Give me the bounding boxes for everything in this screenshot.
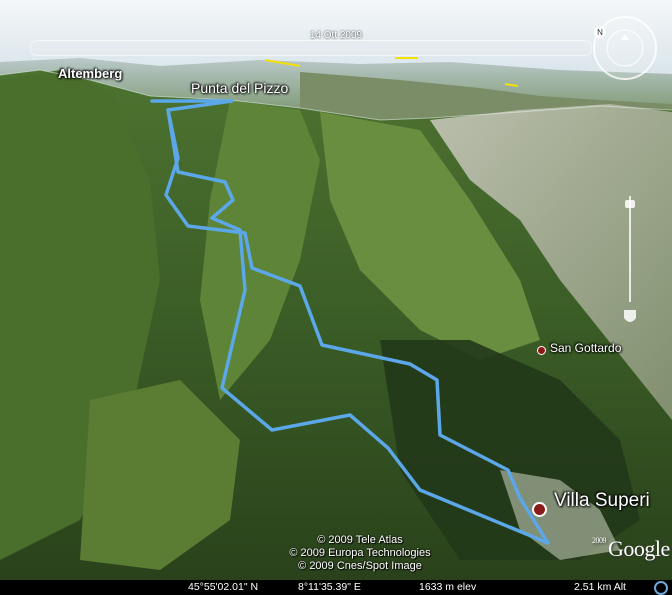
zoom-slider[interactable] (622, 186, 638, 330)
navigation-control[interactable]: N (591, 14, 659, 82)
copyright-line: © 2009 Tele Atlas (317, 534, 403, 546)
place-marker-villa-superiore[interactable] (532, 502, 547, 517)
streaming-indicator-icon (654, 581, 668, 595)
timeline-slider[interactable] (30, 40, 592, 56)
google-logo: 2009Google (592, 536, 670, 562)
timeline-date: 14 Ott 2009 (309, 30, 363, 41)
altitude-readout: 2.51 km Alt (574, 581, 626, 593)
compass-north-icon[interactable]: N (594, 26, 606, 38)
copyright-notice: © 2009 Tele Atlas © 2009 Europa Technolo… (200, 534, 520, 573)
copyright-line: © 2009 Cnes/Spot Image (298, 560, 422, 572)
place-label-punta-del-pizzo[interactable]: Punta del Pizzo (191, 80, 288, 96)
status-bar: 45°55'02.01" N 8°11'35.39" E 1633 m elev… (0, 580, 672, 595)
place-marker-san-gottardo[interactable] (537, 346, 546, 355)
map-viewport[interactable]: 14 Ott 2009 Altemberg Punta del Pizzo Sa… (0, 0, 672, 580)
place-label-altemberg[interactable]: Altemberg (58, 66, 122, 81)
copyright-line: © 2009 Europa Technologies (289, 547, 431, 559)
logo-text: Google (608, 536, 670, 561)
elevation-readout: 1633 m elev (419, 581, 477, 593)
latitude-readout: 45°55'02.01" N (188, 581, 259, 593)
longitude-readout: 8°11'35.39" E (298, 581, 361, 593)
zoom-out-icon[interactable] (624, 310, 636, 322)
place-label-san-gottardo[interactable]: San Gottardo (550, 341, 621, 355)
place-label-villa-superiore[interactable]: Villa Superi (554, 490, 650, 512)
svg-text:N: N (597, 28, 603, 37)
zoom-thumb[interactable] (625, 200, 635, 208)
logo-year: 2009 (592, 536, 607, 545)
